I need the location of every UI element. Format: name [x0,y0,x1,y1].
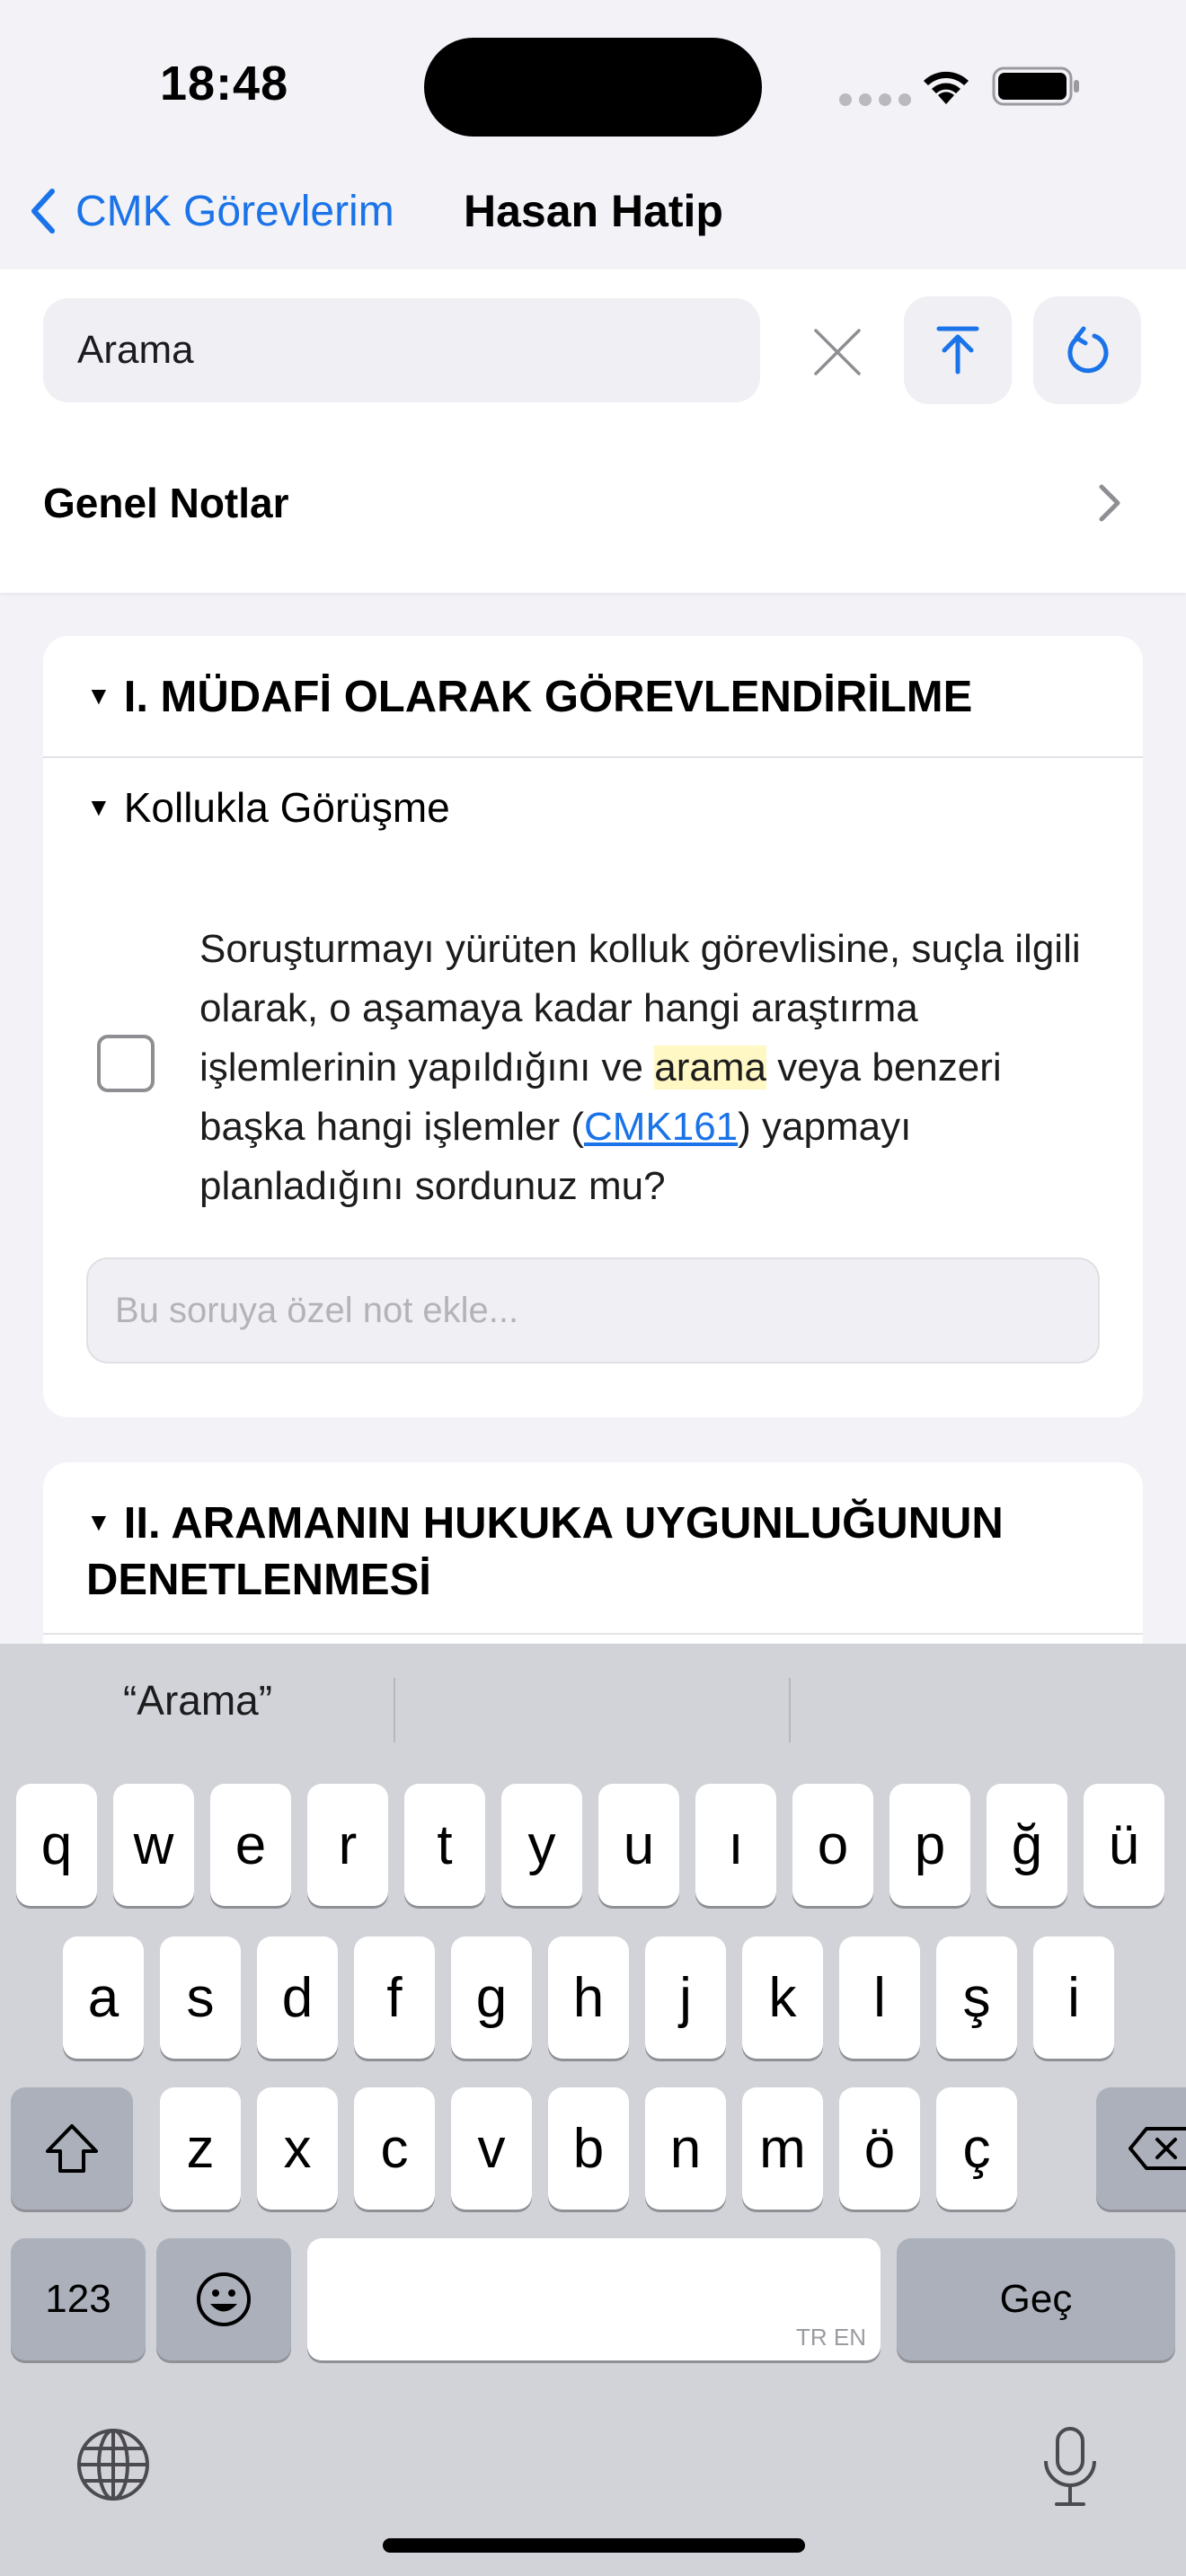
key-c[interactable]: c [354,2087,435,2210]
space-language-hint: TR EN [796,2324,866,2351]
key-ş[interactable]: ş [936,1936,1017,2059]
wifi-icon [924,71,969,104]
key-e[interactable]: e [210,1784,291,1906]
suggestion-separator [789,1678,791,1742]
key-ü[interactable]: ü [1084,1784,1164,1906]
emoji-key[interactable] [156,2238,291,2360]
disclosure-triangle-icon: ▼ [86,792,111,821]
key-g[interactable]: g [451,1936,532,2059]
question-checkbox[interactable] [97,1035,155,1092]
key-u[interactable]: u [598,1784,679,1906]
key-ı[interactable]: ı [695,1784,776,1906]
emoji-icon [197,2272,251,2326]
question-text: Soruşturmayı yürüten kolluk görevlisine,… [199,920,1116,1216]
key-w[interactable]: w [113,1784,194,1906]
page-title: Hasan Hatip [464,186,723,236]
key-ö[interactable]: ö [839,2087,920,2210]
key-k[interactable]: k [742,1936,823,2059]
section-title: II. ARAMANIN HUKUKA UYGUNLUĞUNUN DENETLE… [86,1499,1004,1605]
divider [43,1633,1143,1635]
cellular-signal-icon [839,93,918,110]
key-s[interactable]: s [160,1936,241,2059]
key-a[interactable]: a [63,1936,144,2059]
back-label: CMK Görevlerim [75,187,394,235]
section-header[interactable]: ▼ I. MÜDAFİ OLARAK GÖREVLENDİRİLME [86,670,1111,727]
back-button[interactable]: CMK Görevlerim [29,180,394,243]
arrow-up-to-line-icon [936,326,979,375]
reset-button[interactable] [1033,296,1141,404]
microphone-icon[interactable] [1040,2425,1100,2508]
search-highlight: arama [654,1045,766,1090]
key-m[interactable]: m [742,2087,823,2210]
key-ğ[interactable]: ğ [987,1784,1067,1906]
key-b[interactable]: b [548,2087,629,2210]
space-key[interactable]: TR EN [307,2238,881,2360]
home-indicator [383,2538,805,2553]
key-f[interactable]: f [354,1936,435,2059]
keyboard-suggestion[interactable]: “Arama” [0,1676,395,1725]
chevron-right-icon [1099,484,1120,522]
disclosure-triangle-icon: ▼ [86,1508,111,1537]
key-o[interactable]: o [792,1784,873,1906]
search-input[interactable] [43,298,760,402]
dynamic-island [424,38,762,137]
shift-icon [46,2124,98,2173]
shift-key[interactable] [11,2087,133,2210]
return-key[interactable]: Geç [897,2238,1175,2360]
rotate-left-icon [1067,326,1109,374]
key-x[interactable]: x [257,2087,338,2210]
key-v[interactable]: v [451,2087,532,2210]
key-n[interactable]: n [645,2087,726,2210]
key-j[interactable]: j [645,1936,726,2059]
chevron-left-icon [31,189,55,234]
key-ç[interactable]: ç [936,2087,1017,2210]
disclosure-triangle-icon: ▼ [86,682,111,710]
key-q[interactable]: q [16,1784,97,1906]
key-l[interactable]: l [839,1936,920,2059]
key-y[interactable]: y [501,1784,582,1906]
section-title: I. MÜDAFİ OLARAK GÖREVLENDİRİLME [123,673,973,721]
subsection-header[interactable]: ▼ Kollukla Görüşme [86,783,450,832]
delete-key[interactable] [1096,2087,1186,2210]
general-notes-label: Genel Notlar [43,480,289,526]
battery-icon [992,66,1079,106]
close-icon [814,329,861,375]
status-time: 18:48 [160,57,289,110]
question-note-input[interactable] [86,1257,1100,1363]
key-t[interactable]: t [404,1784,485,1906]
subsection-title: Kollukla Görüşme [123,784,450,831]
key-p[interactable]: p [890,1784,970,1906]
scroll-to-top-button[interactable] [904,296,1012,404]
divider [43,756,1143,758]
key-r[interactable]: r [307,1784,388,1906]
numbers-key[interactable]: 123 [11,2238,146,2360]
key-d[interactable]: d [257,1936,338,2059]
globe-icon[interactable] [75,2427,151,2502]
section-header[interactable]: ▼ II. ARAMANIN HUKUKA UYGUNLUĞUNUN DENETL… [86,1496,1111,1607]
law-reference-link[interactable]: CMK161 [584,1105,738,1149]
key-i[interactable]: i [1033,1936,1114,2059]
backspace-icon [1128,2127,1186,2170]
suggestion-separator [394,1678,395,1742]
key-z[interactable]: z [160,2087,241,2210]
general-notes-row[interactable]: Genel Notlar [0,451,1186,555]
key-h[interactable]: h [548,1936,629,2059]
clear-search-button[interactable] [801,316,873,388]
